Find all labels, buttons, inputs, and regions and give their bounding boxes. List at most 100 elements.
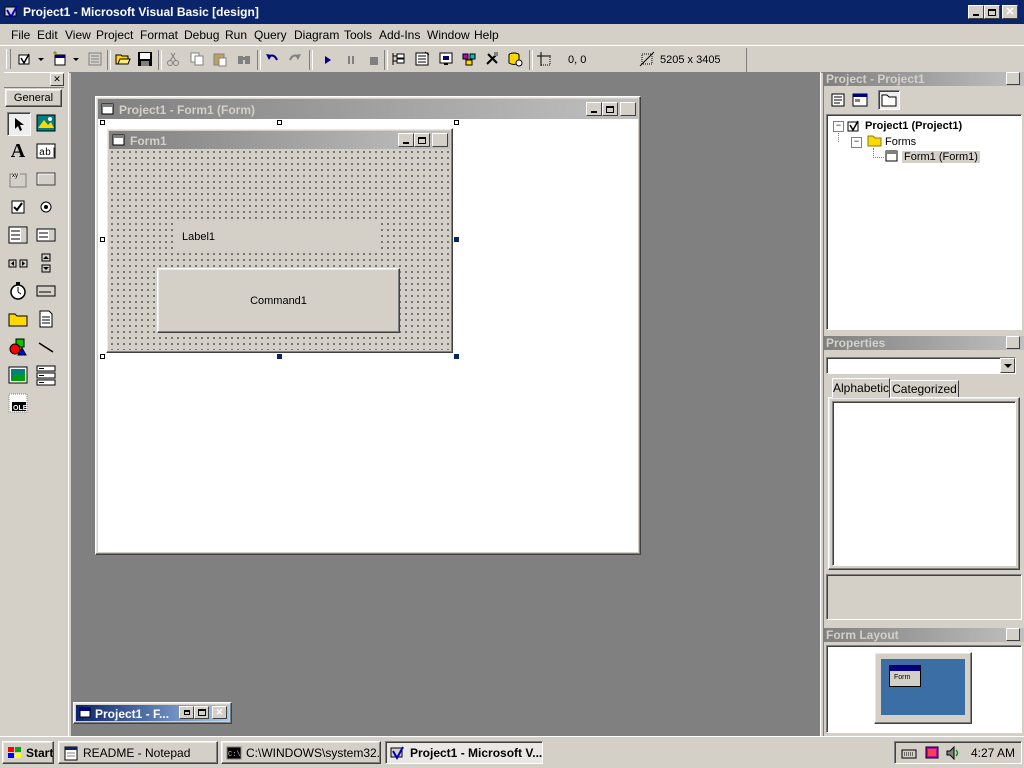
view-code-icon[interactable] [830, 92, 848, 110]
resize-handle[interactable] [454, 120, 459, 125]
resize-handle[interactable] [100, 237, 105, 242]
close-button[interactable]: ✕ [1002, 5, 1018, 19]
form-layout-icon[interactable] [438, 51, 454, 67]
end-icon[interactable] [366, 52, 382, 68]
task-notepad[interactable]: README - Notepad [58, 741, 218, 764]
filelistbox-tool-icon[interactable] [35, 308, 57, 330]
toolbox-icon[interactable] [484, 51, 500, 67]
mini-form-preview[interactable]: Form [889, 665, 921, 687]
close-button[interactable]: ✕ [1006, 72, 1020, 85]
minimize-button[interactable] [968, 5, 984, 19]
save-icon[interactable] [137, 51, 153, 67]
object-combobox[interactable] [826, 357, 1016, 374]
undo-icon[interactable] [264, 51, 280, 67]
label-tool-icon[interactable]: A [7, 140, 29, 162]
listbox-tool-icon[interactable] [35, 224, 57, 246]
menu-debug[interactable]: Debug [184, 26, 219, 44]
tree-form1-item[interactable]: Form1 (Form1) [902, 151, 980, 163]
menu-add-ins[interactable]: Add-Ins [379, 26, 420, 44]
ole-tool-icon[interactable]: OLE [7, 392, 29, 414]
menu-tools[interactable]: Tools [344, 26, 372, 44]
chevron-down-icon[interactable] [37, 51, 45, 67]
resize-handle[interactable] [277, 354, 282, 359]
paste-icon[interactable] [212, 51, 228, 67]
commandbutton-tool-icon[interactable] [35, 168, 57, 190]
close-button[interactable]: ✕ [1006, 336, 1020, 349]
resize-handle[interactable] [454, 354, 459, 359]
timer-tool-icon[interactable] [7, 280, 29, 302]
shape-tool-icon[interactable] [7, 336, 29, 358]
add-form-icon[interactable] [52, 51, 68, 67]
textbox-tool-icon[interactable]: ab| [35, 140, 57, 162]
menu-help[interactable]: Help [474, 26, 499, 44]
cut-icon[interactable] [165, 51, 181, 67]
hscrollbar-tool-icon[interactable] [7, 252, 29, 274]
label1-control[interactable]: Label1 [176, 222, 378, 252]
resize-handle[interactable] [454, 237, 459, 242]
task-cmd[interactable]: C:\ C:\WINDOWS\system32... [221, 741, 381, 764]
maximize-button[interactable] [194, 706, 209, 719]
menu-query[interactable]: Query [254, 26, 287, 44]
menu-project[interactable]: Project [96, 26, 133, 44]
start-button[interactable]: Start [2, 741, 54, 764]
task-vb[interactable]: Project1 - Microsoft V... [385, 741, 543, 764]
break-icon[interactable] [343, 52, 359, 68]
view-object-icon[interactable] [852, 92, 870, 110]
picturebox-tool-icon[interactable] [35, 112, 57, 134]
close-button[interactable]: ✕ [620, 102, 636, 116]
vscrollbar-tool-icon[interactable] [35, 252, 57, 274]
redo-icon[interactable] [287, 51, 303, 67]
collapse-icon[interactable]: − [851, 137, 862, 148]
maximize-button[interactable] [984, 5, 1000, 19]
minimize-button[interactable] [398, 133, 414, 147]
maximize-button[interactable] [414, 133, 430, 147]
add-project-icon[interactable] [17, 51, 33, 67]
properties-window-icon[interactable] [414, 51, 430, 67]
copy-icon[interactable] [189, 51, 205, 67]
toolbox-tab-general[interactable]: General [5, 89, 62, 107]
minimized-window[interactable]: Project1 - F... ✕ [73, 702, 232, 724]
tree-project-root[interactable]: Project1 (Project1) [865, 120, 962, 132]
data-tool-icon[interactable] [35, 364, 57, 386]
close-button[interactable]: ✕ [432, 133, 448, 147]
restore-button[interactable] [179, 706, 194, 719]
keyboard-icon[interactable] [901, 745, 917, 764]
combobox-tool-icon[interactable] [7, 224, 29, 246]
toolbar-grip[interactable] [6, 49, 11, 69]
dirlistbox-tool-icon[interactable] [7, 308, 29, 330]
close-button[interactable]: ✕ [212, 706, 227, 719]
object-browser-icon[interactable] [461, 51, 477, 67]
image-tool-icon[interactable] [7, 364, 29, 386]
pointer-tool-icon[interactable] [7, 112, 31, 136]
form-layout-area[interactable]: Form [826, 645, 1022, 733]
data-view-icon[interactable] [507, 51, 523, 67]
command1-button[interactable]: Command1 [157, 268, 400, 333]
resize-handle[interactable] [100, 120, 105, 125]
tree-forms-folder[interactable]: Forms [885, 136, 916, 148]
drivelistbox-tool-icon[interactable] [35, 280, 57, 302]
maximize-button[interactable] [602, 102, 618, 116]
menu-run[interactable]: Run [225, 26, 247, 44]
optionbutton-tool-icon[interactable] [35, 196, 57, 218]
resize-handle[interactable] [277, 120, 282, 125]
minimize-button[interactable] [586, 102, 602, 116]
menu-editor-icon[interactable] [87, 51, 103, 67]
chevron-down-icon[interactable] [1000, 358, 1015, 373]
menu-file[interactable]: File [11, 26, 30, 44]
tab-categorized[interactable]: Categorized [890, 380, 959, 398]
open-folder-icon[interactable] [115, 51, 131, 67]
tab-alphabetic[interactable]: Alphabetic [832, 378, 890, 398]
project-explorer-icon[interactable] [391, 51, 407, 67]
menu-edit[interactable]: Edit [37, 26, 58, 44]
resize-handle[interactable] [100, 354, 105, 359]
line-tool-icon[interactable] [35, 336, 57, 358]
menu-diagram[interactable]: Diagram [294, 26, 339, 44]
frame-tool-icon[interactable]: xy [7, 168, 29, 190]
menu-view[interactable]: View [65, 26, 91, 44]
network-icon[interactable] [925, 745, 941, 764]
properties-grid[interactable] [832, 401, 1016, 566]
find-icon[interactable] [236, 51, 252, 67]
checkbox-tool-icon[interactable] [7, 196, 29, 218]
toggle-folders-icon[interactable] [878, 90, 900, 110]
close-button[interactable]: ✕ [1006, 628, 1020, 641]
